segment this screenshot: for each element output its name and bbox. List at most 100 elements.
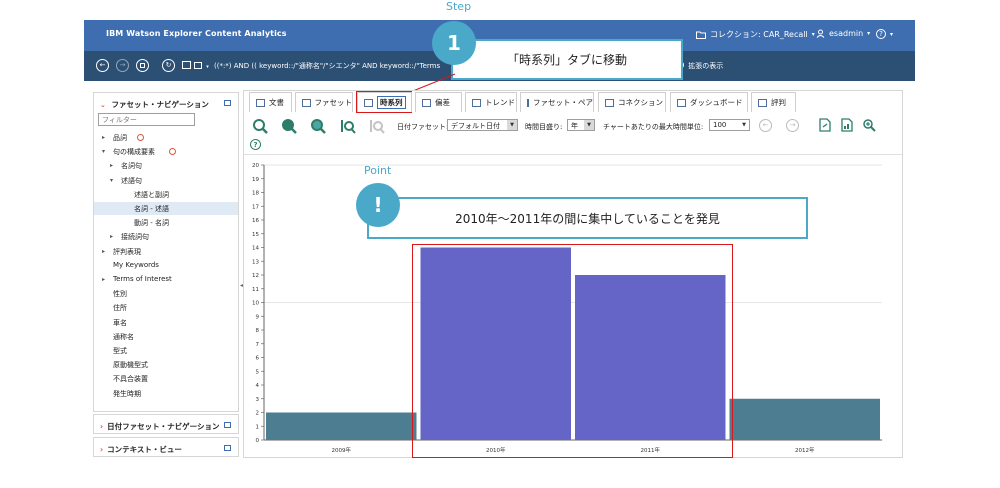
facet-tree-item[interactable]: ▾ 述語句: [94, 174, 238, 187]
date-facet-navigation-title: 日付ファセット・ナビゲーション: [107, 422, 220, 431]
facet-tree-item[interactable]: 名詞 - 述語: [94, 202, 238, 215]
facet-tree-item[interactable]: ▸ 名詞句: [94, 159, 238, 172]
facet-tree-item[interactable]: 車名: [94, 316, 238, 329]
tab-6[interactable]: ファセット・ペア: [520, 92, 594, 112]
export-chart-icon[interactable]: [840, 118, 854, 132]
facet-tree-item[interactable]: ▾ 句の構成要素: [94, 145, 238, 158]
tab-7[interactable]: コネクション: [598, 92, 666, 112]
popout-icon[interactable]: [224, 445, 231, 451]
facet-tree-label: 述語句: [121, 176, 142, 185]
chevron-down-icon: ▼: [507, 120, 517, 130]
time-scale-select[interactable]: 年 ▼: [567, 119, 595, 131]
tab-9[interactable]: 評判: [751, 92, 796, 112]
facet-navigation-panel: ⌄ ファセット・ナビゲーション フィルター ▸ 品詞 ▾ 句の構成要素 ▸ 名詞句 ▾ 述語句…: [93, 92, 239, 412]
facet-tree-item[interactable]: 住所: [94, 301, 238, 314]
y-tick-label: 19: [252, 177, 259, 183]
facet-tree-label: 述語と副詞: [134, 190, 169, 199]
facet-tree-item[interactable]: ▸ Terms of Interest: [94, 273, 238, 286]
tab-1[interactable]: 文書: [249, 92, 292, 112]
caret-right-icon[interactable]: ▸: [102, 248, 105, 255]
caret-right-icon[interactable]: ▸: [102, 276, 105, 283]
zoom-disabled-icon[interactable]: [368, 118, 386, 136]
facet-tree-item[interactable]: ▸ 品詞: [94, 131, 238, 144]
help-icon[interactable]: ?: [250, 139, 261, 150]
point-exclamation-badge: !: [356, 183, 400, 227]
facet-tree-label: Terms of Interest: [113, 275, 172, 283]
info-badge-icon[interactable]: [137, 134, 144, 141]
date-facet-label: 日付ファセット:: [397, 123, 449, 131]
zoom-add-icon[interactable]: [281, 118, 299, 136]
facet-tree-item[interactable]: 通称名: [94, 330, 238, 343]
chart-bar: [729, 398, 880, 440]
tab-icon: [472, 98, 481, 107]
facet-tree-label: 原動機型式: [113, 361, 148, 370]
tab-icon: [364, 98, 373, 107]
tab-label: 評判: [771, 98, 786, 107]
facet-tree-item[interactable]: 動詞 - 名詞: [94, 216, 238, 229]
facet-tree-label: 住所: [113, 304, 127, 313]
facet-navigation-label: ファセット・ナビゲーション: [111, 100, 209, 109]
chevron-right-icon: ›: [100, 422, 104, 431]
zoom-in-icon[interactable]: [862, 118, 876, 132]
caret-down-icon[interactable]: ▾: [102, 148, 105, 155]
tab-3[interactable]: 時系列: [357, 92, 412, 112]
y-tick-label: 20: [252, 163, 259, 169]
caret-down-icon[interactable]: ▾: [110, 177, 113, 184]
tab-5[interactable]: トレンド: [465, 92, 517, 112]
y-tick-label: 2: [256, 411, 260, 417]
date-facet-value: デフォルト日付: [451, 122, 500, 130]
zoom-query-icon[interactable]: [252, 118, 270, 136]
facet-navigation-title[interactable]: ⌄ ファセット・ナビゲーション: [100, 99, 209, 110]
y-tick-label: 4: [256, 383, 260, 389]
popout-icon[interactable]: [224, 100, 231, 106]
caret-right-icon[interactable]: ▸: [110, 162, 113, 169]
facet-tree-item[interactable]: ▸ 接続詞句: [94, 230, 238, 243]
chevron-down-icon: ⌄: [100, 101, 106, 109]
facet-tree-item[interactable]: 不具合装置: [94, 372, 238, 385]
export-icon[interactable]: [818, 118, 832, 132]
caret-right-icon[interactable]: ▸: [102, 134, 105, 141]
caret-right-icon[interactable]: ▸: [110, 233, 113, 240]
facet-tree-item[interactable]: 述語と副詞: [94, 188, 238, 201]
time-scale-label: 時間目盛り:: [525, 123, 563, 131]
popout-icon[interactable]: [224, 422, 231, 428]
prev-period-button[interactable]: ←: [759, 119, 772, 132]
max-units-value: 100: [713, 121, 727, 129]
facet-filter-input[interactable]: フィルター: [98, 113, 195, 126]
tab-icon: [256, 98, 265, 107]
context-view-title: コンテキスト・ビュー: [107, 445, 182, 454]
y-tick-label: 16: [252, 218, 259, 224]
facet-tree-item[interactable]: 発生時期: [94, 387, 238, 400]
tab-label: 文書: [269, 98, 284, 107]
next-period-button[interactable]: →: [786, 119, 799, 132]
arrow-right-icon: →: [789, 121, 796, 129]
facet-tree-item[interactable]: 型式: [94, 344, 238, 357]
chevron-down-icon: ▼: [584, 120, 594, 130]
facet-tree-item[interactable]: ▸ 評判表現: [94, 245, 238, 258]
context-view-panel[interactable]: › コンテキスト・ビュー: [93, 437, 239, 457]
date-facet-navigation-panel[interactable]: › 日付ファセット・ナビゲーション: [93, 414, 239, 434]
tab-label: ファセット: [314, 98, 353, 107]
tab-4[interactable]: 偏差: [415, 92, 462, 112]
chevron-down-icon: ▼: [739, 120, 749, 130]
facet-tree-item[interactable]: My Keywords: [94, 259, 238, 272]
tab-2[interactable]: ファセット: [295, 92, 353, 112]
tab-icon: [302, 98, 311, 107]
chevron-right-icon: ›: [100, 445, 104, 454]
y-tick-label: 3: [256, 397, 260, 403]
tab-label: 偏差: [435, 98, 450, 107]
zoom-comment-icon[interactable]: [310, 118, 328, 136]
tab-8[interactable]: ダッシュボード: [670, 92, 748, 112]
info-badge-icon[interactable]: [169, 148, 176, 156]
zoom-chart-icon[interactable]: [339, 118, 357, 136]
facet-tree-label: 評判表現: [113, 247, 141, 256]
date-facet-select[interactable]: デフォルト日付 ▼: [447, 119, 518, 131]
facet-tree-item[interactable]: 原動機型式: [94, 358, 238, 371]
tab-label: ファセット・ペア: [533, 98, 593, 107]
point-message-box: 2010年～2011年の間に集中していることを発見: [367, 197, 808, 239]
tab-icon: [527, 98, 529, 107]
y-tick-label: 14: [252, 246, 259, 252]
y-tick-label: 17: [252, 204, 259, 210]
facet-tree-item[interactable]: 性別: [94, 287, 238, 300]
max-units-select[interactable]: 100 ▼: [709, 119, 750, 131]
